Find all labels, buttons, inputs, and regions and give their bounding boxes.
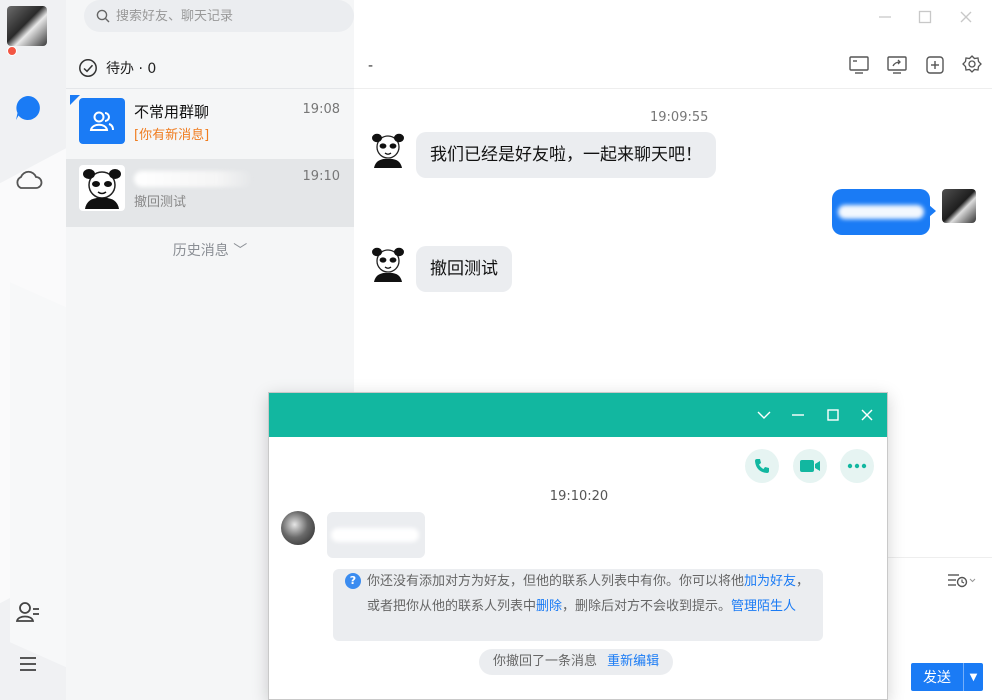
send-label: 发送 [923,670,951,686]
message-timestamp: 19:10:20 [549,489,609,504]
user-avatar[interactable] [7,6,51,56]
group-icon [89,111,114,131]
maximize-icon[interactable] [914,6,936,28]
menu-icon[interactable] [12,648,44,680]
voice-call-button[interactable] [745,449,779,483]
contacts-icon[interactable] [12,596,44,628]
conversation-time: 19:08 [302,102,340,117]
todo-label: 待办 · 0 [106,61,157,77]
recall-text: 你撤回了一条消息 [493,654,598,669]
conversation-preview: [你有新消息] [134,128,210,143]
maximize-icon[interactable] [822,404,844,426]
stranger-notice: ? 你还没有添加对方为好友，但他的联系人列表中有你。你可以将他加为好友，或者把你… [333,569,823,641]
group-avatar [79,98,125,144]
incoming-message[interactable]: 撤回测试 [416,246,512,292]
chat-title: - [368,58,374,74]
send-options-chevron-icon[interactable]: ▼ [964,672,983,683]
add-icon[interactable] [924,54,946,76]
recall-notice: 你撤回了一条消息 重新编辑 [479,649,674,675]
chat-header-divider [354,88,992,89]
video-call-button[interactable] [793,449,827,483]
settings-icon[interactable] [961,54,983,76]
send-button[interactable]: 发送 ▼ [911,663,983,691]
panda-avatar-icon [83,169,121,209]
delete-link[interactable]: 删除 [536,599,562,614]
conversation-preview: 撤回测试 [134,195,187,210]
more-icon [847,463,867,469]
panda-avatar-icon[interactable] [368,130,408,170]
minimize-icon[interactable] [787,404,809,426]
close-icon[interactable] [955,6,977,28]
message-timestamp: 19:09:55 [650,110,709,125]
history-icon[interactable] [946,570,976,590]
left-rail [0,0,66,700]
manage-strangers-link[interactable]: 管理陌生人 [731,599,796,614]
conversation-name: 不常用群聊 [134,103,210,121]
search-icon [96,9,110,23]
history-messages-link[interactable]: 历史消息 ﹀ [66,240,354,260]
screen-share-icon[interactable] [886,54,908,76]
question-icon: ? [345,573,361,589]
redacted-text [331,528,419,542]
chat-popup-window: 19:10:20 ? 你还没有添加对方为好友，但他的联系人列表中有你。你可以将他… [268,392,888,700]
unread-dot [7,46,17,56]
incoming-message[interactable]: 我们已经是好友啦，一起来聊天吧！ [416,132,716,178]
my-avatar[interactable] [942,189,976,223]
close-icon[interactable] [856,404,878,426]
contact-avatar [79,165,125,211]
search-input[interactable] [116,8,336,24]
conversation-item-group[interactable]: 不常用群聊 19:08 [你有新消息] [66,92,354,160]
outgoing-message-redacted[interactable] [832,189,936,235]
todo-entry[interactable]: 待办 · 0 [78,56,156,80]
notice-text: 你还没有添加对方为好友，但他的联系人列表中有你。你可以将他 [367,574,745,589]
panda-avatar-icon[interactable] [368,244,408,284]
notice-text: ，删除后对方不会收到提示。 [562,599,732,614]
todo-check-icon [79,59,97,77]
re-edit-link[interactable]: 重新编辑 [607,654,659,669]
contact-avatar[interactable] [281,511,315,545]
conversation-item-contact[interactable]: 19:10 撤回测试 [66,159,354,227]
user-avatar-image [7,6,47,46]
incoming-message-redacted[interactable] [327,512,425,558]
more-button[interactable] [840,449,874,483]
chat-bubble-icon[interactable] [12,92,44,124]
minimize-icon[interactable] [874,6,896,28]
popup-titlebar[interactable] [269,393,887,437]
contact-name-redacted [134,171,254,187]
chevron-down-icon[interactable] [753,404,775,426]
screen-icon[interactable] [848,54,870,76]
phone-icon [755,459,769,473]
redacted-text [838,205,924,219]
list-divider [66,88,354,89]
add-friend-link[interactable]: 加为好友 [744,574,796,589]
conversation-time: 19:10 [302,169,340,184]
cloud-icon[interactable] [12,164,44,196]
video-icon [800,460,820,472]
search-box[interactable] [84,0,354,32]
